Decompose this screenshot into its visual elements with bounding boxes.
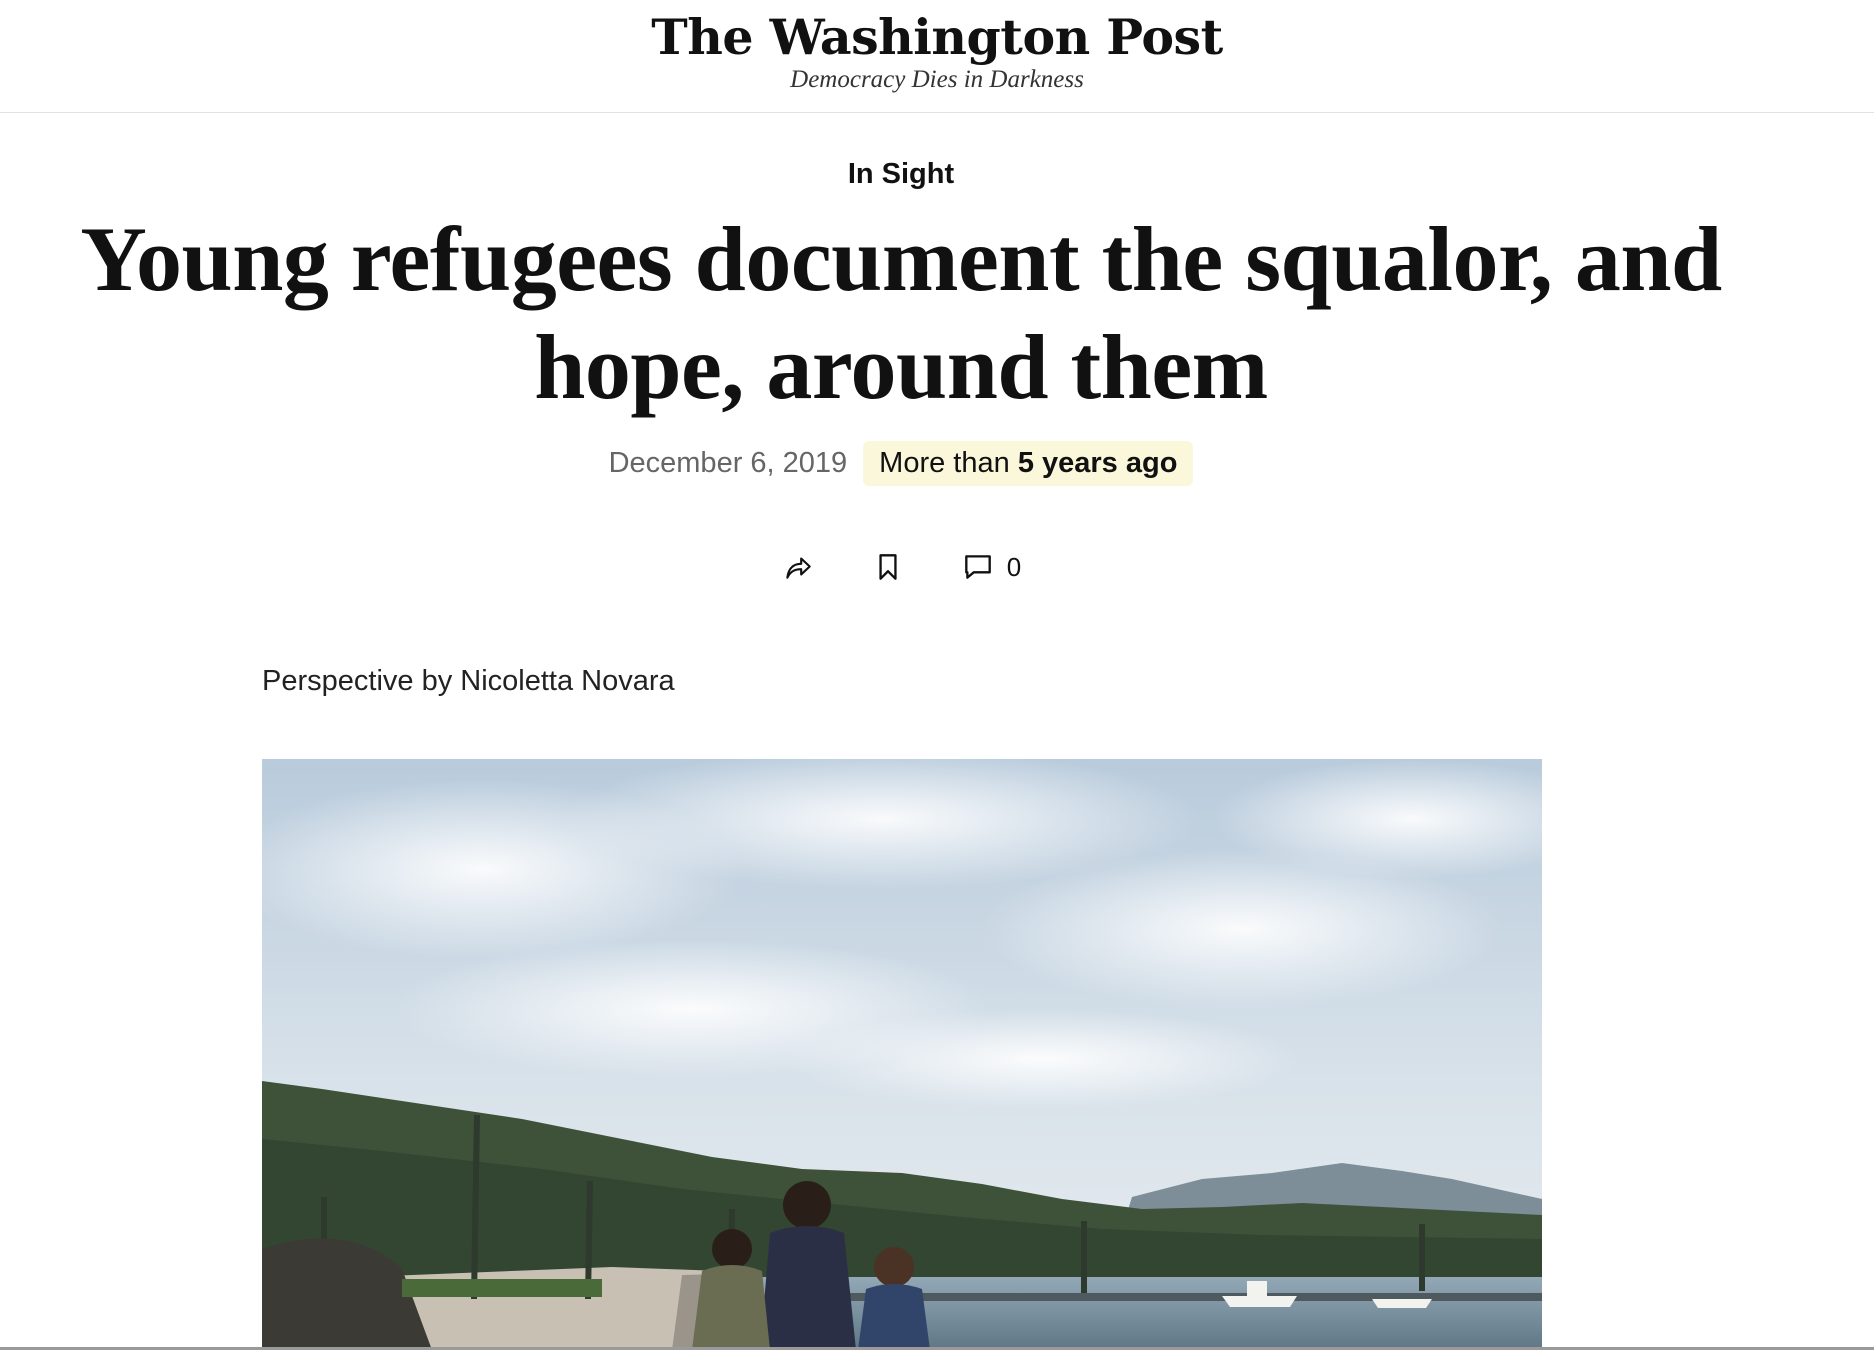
share-button[interactable]: [781, 550, 815, 584]
masthead-tagline: Democracy Dies in Darkness: [790, 66, 1084, 93]
publish-date: December 6, 2019: [608, 446, 848, 479]
article-age-badge: More than 5 years ago: [863, 440, 1194, 486]
lead-photo[interactable]: [262, 759, 1542, 1350]
age-badge-emphasis: 5 years ago: [1017, 446, 1178, 479]
byline[interactable]: Perspective by Nicoletta Novara: [262, 665, 675, 698]
age-badge-prefix: More than: [879, 446, 1010, 479]
article-actions-bar: 0: [0, 545, 1802, 589]
article-headline: Young refugees document the squalor, and…: [80, 208, 1722, 418]
masthead: The Washington Post Democracy Dies in Da…: [0, 0, 1874, 113]
section-kicker[interactable]: In Sight: [0, 158, 1802, 191]
dateline: December 6, 2019 More than 5 years ago: [0, 439, 1802, 487]
share-icon: [781, 550, 815, 584]
comment-icon: [961, 550, 995, 584]
bookmark-icon: [871, 550, 905, 584]
washington-post-logo[interactable]: The Washington Post: [0, 8, 1874, 66]
comments-button[interactable]: 0: [961, 550, 1021, 584]
bookmark-button[interactable]: [871, 550, 905, 584]
comment-count: 0: [1006, 551, 1022, 582]
harbor-with-children-photo: [262, 759, 1542, 1350]
